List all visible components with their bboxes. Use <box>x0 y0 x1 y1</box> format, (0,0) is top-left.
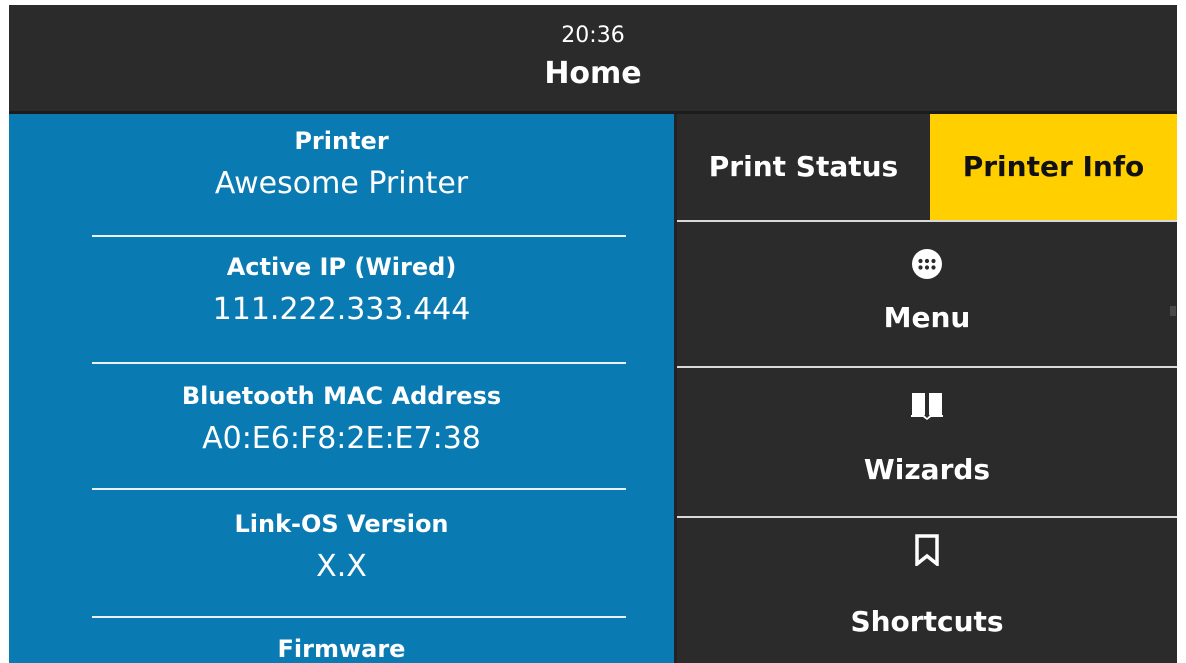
book-icon <box>910 390 944 420</box>
info-item-firmware: Firmware <box>9 634 674 663</box>
info-label-bluetooth-mac: Bluetooth MAC Address <box>181 382 502 410</box>
info-divider <box>92 235 626 237</box>
info-divider <box>92 616 626 618</box>
bezel-left <box>0 0 9 663</box>
wizards-button[interactable]: Wizards <box>677 368 1177 516</box>
info-label-link-os: Link-OS Version <box>234 510 449 538</box>
menu-button[interactable]: Menu <box>677 222 1177 366</box>
info-label-printer: Printer <box>294 127 389 155</box>
clock-time: 20:36 <box>561 23 625 48</box>
info-value-link-os: X.X <box>316 549 367 584</box>
info-divider <box>92 362 626 364</box>
tab-printer-info[interactable]: Printer Info <box>930 114 1177 220</box>
shortcuts-button[interactable]: Shortcuts <box>677 518 1177 663</box>
info-item-active-ip: Active IP (Wired) 111.222.333.444 <box>9 252 674 328</box>
header-bar: 20:36 Home <box>9 5 1177 111</box>
printer-info-panel[interactable]: Printer Awesome Printer Active IP (Wired… <box>9 114 674 663</box>
printer-display: 20:36 Home Printer Awesome Printer Activ… <box>0 0 1186 663</box>
info-divider <box>92 488 626 490</box>
navigation-panel: Print Status Printer Info Menu Wizards S… <box>677 114 1177 663</box>
menu-label: Menu <box>883 301 971 334</box>
info-value-printer: Awesome Printer <box>214 166 469 201</box>
bookmark-icon <box>914 534 940 568</box>
wizards-label: Wizards <box>863 453 991 486</box>
page-title: Home <box>544 56 642 91</box>
info-item-bluetooth-mac: Bluetooth MAC Address A0:E6:F8:2E:E7:38 <box>9 381 674 457</box>
info-item-link-os: Link-OS Version X.X <box>9 509 674 585</box>
info-item-printer: Printer Awesome Printer <box>9 126 674 202</box>
bezel-right <box>1177 0 1186 663</box>
tab-print-status[interactable]: Print Status <box>677 114 930 220</box>
info-value-active-ip: 111.222.333.444 <box>212 292 471 327</box>
info-value-bluetooth-mac: A0:E6:F8:2E:E7:38 <box>202 421 481 456</box>
scroll-indicator <box>1170 306 1176 316</box>
menu-dots-icon <box>911 248 943 280</box>
info-label-firmware: Firmware <box>277 635 406 663</box>
info-label-active-ip: Active IP (Wired) <box>226 253 457 281</box>
shortcuts-label: Shortcuts <box>850 605 1004 638</box>
